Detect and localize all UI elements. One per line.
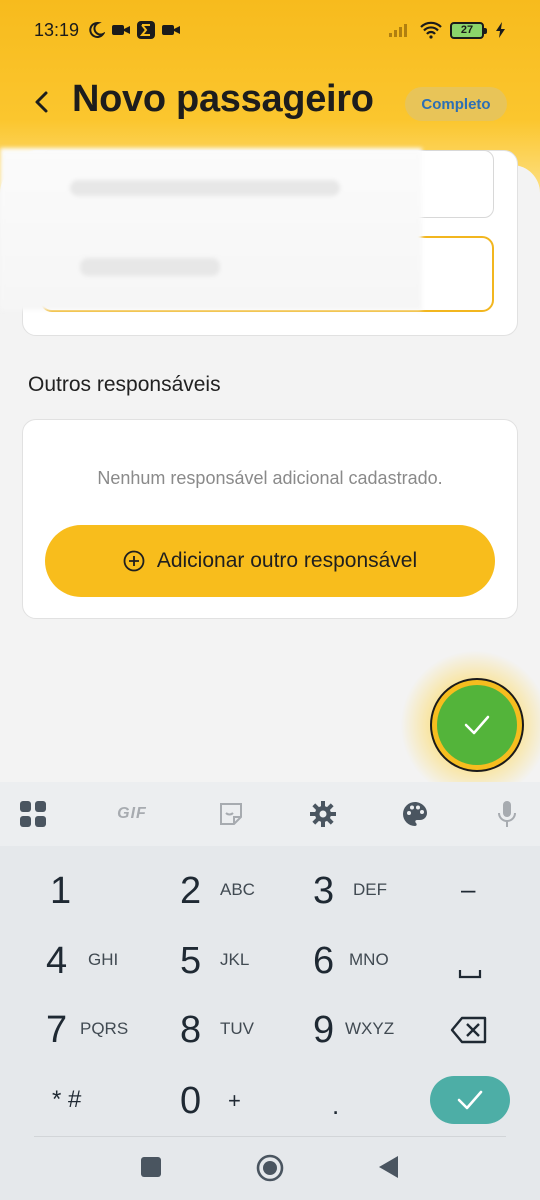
signal-icon — [388, 22, 412, 38]
battery-level: 27 — [460, 24, 474, 36]
key-digit: 3 — [313, 870, 335, 912]
key-star-hash[interactable]: * # — [52, 1086, 81, 1114]
plus-circle-icon — [123, 550, 145, 572]
check-icon — [464, 715, 490, 735]
fab-core — [437, 685, 517, 765]
section-title-responsibles: Outros responsáveis — [28, 373, 221, 396]
key-digit: 1 — [50, 870, 72, 912]
key-digit: 9 — [313, 1009, 335, 1051]
apps-grid-icon[interactable] — [16, 797, 50, 831]
key-digit: 5 — [180, 940, 202, 982]
moon-icon — [87, 21, 106, 39]
key-minus[interactable]: – — [461, 874, 475, 905]
backspace-icon[interactable] — [450, 1016, 488, 1051]
key-7[interactable]: 7 PQRS — [38, 1001, 148, 1063]
key-digit: 6 — [313, 940, 335, 982]
key-letters: JKL — [220, 950, 250, 969]
recents-square-icon[interactable] — [141, 1157, 161, 1182]
key-digit: 4 — [46, 940, 68, 982]
redacted-blur-overlay — [0, 148, 422, 310]
title-bar: Novo passageiro Completo — [0, 72, 540, 136]
responsibles-card: Nenhum responsável adicional cadastrado.… — [22, 419, 518, 619]
home-circle-icon[interactable] — [256, 1154, 284, 1187]
chevron-left-icon — [35, 91, 48, 113]
status-bar: 13:19 27 — [0, 0, 540, 60]
key-3[interactable]: 3 DEF — [305, 862, 415, 924]
video-camera-icon — [111, 22, 131, 38]
page-title: Novo passageiro — [72, 78, 374, 120]
key-letters: DEF — [353, 880, 387, 899]
charging-icon — [496, 22, 506, 38]
key-1[interactable]: 1 — [40, 862, 140, 924]
key-9[interactable]: 9 WXYZ — [305, 1001, 415, 1063]
back-button[interactable] — [26, 86, 58, 118]
palette-icon[interactable] — [398, 797, 432, 831]
key-digit: 2 — [180, 870, 202, 912]
key-2[interactable]: 2 ABC — [172, 862, 282, 924]
key-digit: 7 — [46, 1009, 68, 1051]
key-5[interactable]: 5 JKL — [172, 932, 282, 994]
key-6[interactable]: 6 MNO — [305, 932, 415, 994]
key-letters: + — [228, 1088, 241, 1113]
gear-icon[interactable] — [306, 797, 340, 831]
key-letters: MNO — [349, 950, 389, 969]
check-icon — [457, 1090, 483, 1110]
key-digit: 8 — [180, 1009, 202, 1051]
key-letters: PQRS — [80, 1019, 129, 1038]
add-responsible-button[interactable]: Adicionar outro responsável — [45, 525, 495, 597]
save-fab-button[interactable] — [430, 678, 524, 772]
keyboard-toolbar: GIF — [0, 782, 540, 846]
add-responsible-label: Adicionar outro responsável — [156, 549, 418, 572]
key-0[interactable]: 0 + — [172, 1072, 282, 1134]
status-time: 13:19 — [34, 19, 80, 40]
redacted-text — [70, 180, 340, 196]
back-triangle-icon[interactable] — [378, 1155, 400, 1184]
fab-ring — [432, 680, 522, 770]
empty-state-message: Nenhum responsável adicional cadastrado. — [97, 468, 443, 488]
sigma-app-icon — [137, 21, 156, 39]
key-letters: TUV — [220, 1019, 254, 1038]
key-letters: ABC — [220, 880, 255, 899]
system-nav-bar — [0, 1136, 540, 1200]
key-4[interactable]: 4 GHI — [38, 932, 148, 994]
sticker-icon[interactable] — [214, 797, 248, 831]
redacted-text — [80, 258, 220, 276]
status-badge: Completo — [405, 87, 507, 121]
key-letters: WXYZ — [345, 1019, 395, 1038]
wifi-icon — [420, 21, 442, 39]
gif-button[interactable]: GIF — [108, 797, 156, 831]
battery-icon: 27 — [450, 21, 487, 39]
key-digit: 0 — [180, 1080, 202, 1122]
video-camera-icon — [161, 22, 181, 38]
key-letters: GHI — [88, 950, 119, 969]
nav-divider — [34, 1136, 506, 1137]
space-icon[interactable] — [458, 956, 482, 987]
key-8[interactable]: 8 TUV — [172, 1001, 282, 1063]
keyboard-done-button[interactable] — [430, 1076, 510, 1124]
gif-label: GIF — [117, 805, 147, 822]
microphone-icon[interactable] — [490, 797, 524, 831]
key-period[interactable]: . — [332, 1090, 339, 1121]
